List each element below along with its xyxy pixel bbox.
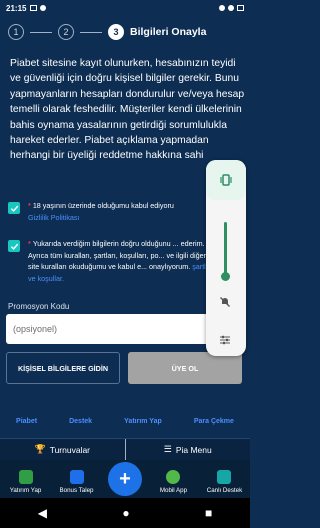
- required-asterisk: *: [28, 239, 31, 248]
- status-system-icons: [219, 5, 244, 11]
- notifications-off-icon[interactable]: [219, 296, 231, 308]
- tab-live-support[interactable]: Canlı Destek: [199, 460, 250, 498]
- tab-mobile-app[interactable]: Mobil App: [148, 460, 199, 498]
- volume-slider-thumb[interactable]: [221, 272, 230, 281]
- checkmark-icon: [10, 205, 18, 212]
- nav-back-icon[interactable]: ◀: [38, 506, 47, 520]
- step-indicator: 1 2 3 Bilgileri Onayla: [0, 18, 250, 46]
- pia-menu-label: Pia Menu: [175, 444, 212, 455]
- pia-menu-button[interactable]: ☰ Pia Menu: [126, 439, 251, 460]
- age-consent-text: * 18 yaşının üzerinde olduğumu kabul ediy…: [28, 200, 174, 223]
- volume-slider-track[interactable]: [224, 222, 227, 278]
- system-nav-bar: ◀ ● ■: [0, 498, 250, 528]
- vibrate-icon: [219, 5, 225, 11]
- footer-link-support[interactable]: Destek: [69, 418, 92, 425]
- tab-deposit[interactable]: Yatırım Yap: [0, 460, 51, 498]
- promo-code-label: Promosyon Kodu: [8, 302, 70, 311]
- footer-link-withdraw[interactable]: Para Çekme: [194, 418, 234, 425]
- android-icon: [166, 470, 181, 484]
- terms-consent-row[interactable]: * Yukarıda verdiğim bilgilerin doğru oldu…: [8, 238, 218, 284]
- step-divider: [30, 31, 52, 33]
- menu-bar: 🏆 Turnuvalar ☰ Pia Menu: [0, 438, 250, 460]
- age-consent-row[interactable]: * 18 yaşının üzerinde olduğumu kabul ediy…: [8, 200, 218, 223]
- step-divider: [80, 31, 102, 33]
- tab-live-support-label: Canlı Destek: [206, 487, 243, 494]
- step-3-active: 3: [108, 24, 124, 40]
- signup-button[interactable]: ÜYE OL: [128, 352, 242, 384]
- battery-icon: [237, 5, 244, 11]
- ringer-mode-button[interactable]: [206, 160, 246, 200]
- footer-links: Piabet Destek Yatırım Yap Para Çekme: [0, 412, 250, 430]
- tournaments-label: Turnuvalar: [49, 444, 91, 455]
- tab-mobile-app-label: Mobil App: [159, 487, 188, 494]
- back-to-personal-info-button[interactable]: KİŞİSEL BİLGİLERE GİDİN: [6, 352, 120, 384]
- status-notification-icons: [30, 5, 47, 11]
- wifi-icon: [228, 5, 234, 11]
- status-time: 21:15: [6, 3, 27, 13]
- terms-consent-label: Yukarıda verdiğim bilgilerin doğru olduğ…: [28, 239, 207, 271]
- notification-icon: [30, 5, 38, 11]
- intro-text: Piabet sitesine kayıt olunurken, hesabın…: [10, 58, 245, 162]
- menu-icon: ☰: [163, 444, 172, 454]
- status-bar: 21:15: [0, 0, 250, 16]
- sync-icon: [40, 5, 47, 11]
- privacy-policy-link[interactable]: Gizlilik Politikası: [28, 213, 80, 222]
- vibrate-icon: [220, 174, 232, 186]
- checkmark-icon: [10, 243, 18, 250]
- add-fab-button[interactable]: +: [108, 462, 142, 496]
- tournaments-button[interactable]: 🏆 Turnuvalar: [0, 439, 126, 460]
- terms-consent-text: * Yukarıda verdiğim bilgilerin doğru oldu…: [28, 238, 218, 284]
- tab-bonus-label: Bonus Talep: [59, 487, 94, 494]
- step-1[interactable]: 1: [8, 24, 24, 40]
- nav-home-icon[interactable]: ●: [122, 506, 129, 520]
- step-title: Bilgileri Onayla: [130, 26, 207, 38]
- tab-deposit-label: Yatırım Yap: [9, 487, 42, 494]
- step-2[interactable]: 2: [58, 24, 74, 40]
- tab-bonus[interactable]: Bonus Talep: [51, 460, 102, 498]
- terms-checkbox[interactable]: [8, 240, 20, 252]
- nav-recent-icon[interactable]: ■: [205, 506, 212, 520]
- gift-icon: [69, 470, 84, 484]
- settings-sliders-icon[interactable]: [219, 334, 231, 346]
- money-icon: [18, 470, 33, 484]
- chat-icon: [217, 470, 232, 484]
- trophy-icon: 🏆: [34, 444, 46, 454]
- footer-link-piabet[interactable]: Piabet: [16, 418, 37, 425]
- footer-link-deposit[interactable]: Yatırım Yap: [124, 418, 162, 425]
- age-consent-label: 18 yaşının üzerinde olduğumu kabul ediyo…: [32, 201, 174, 210]
- required-asterisk: *: [28, 201, 31, 210]
- age-checkbox[interactable]: [8, 202, 20, 214]
